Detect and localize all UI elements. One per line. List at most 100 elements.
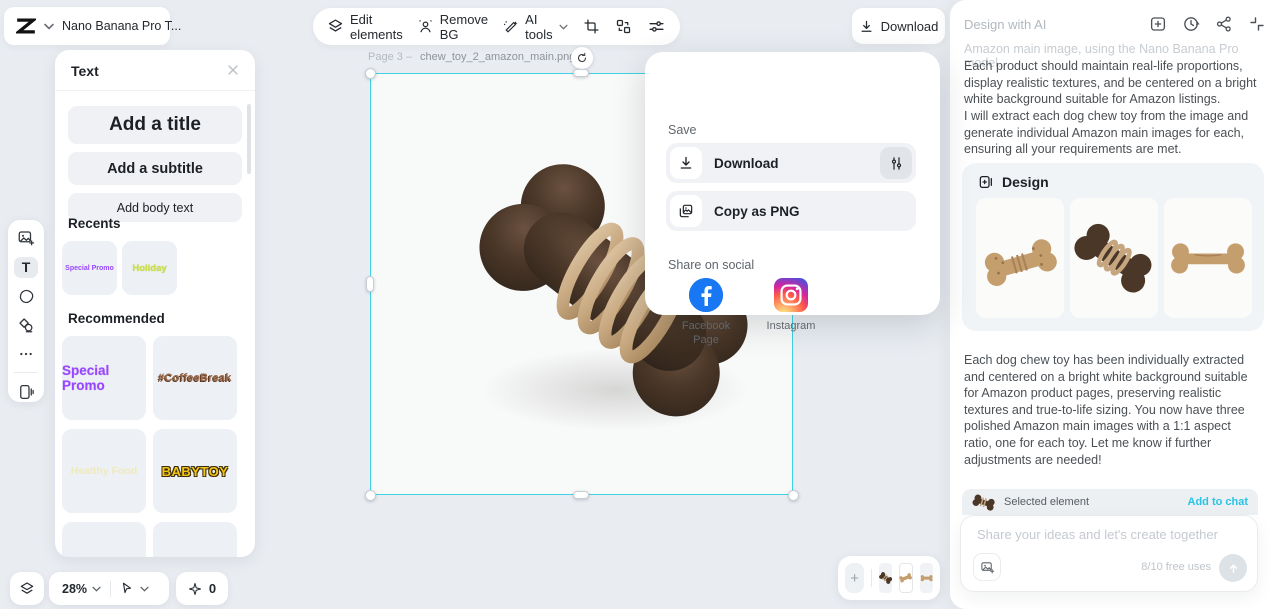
page-label-row: Page 3 – chew_toy_2_amazon_main.png [368,51,575,63]
chat-input-card: 8/10 free uses [960,515,1258,592]
download-button[interactable]: Download [852,8,945,44]
design-card-title-row: Design [978,174,1049,190]
page-thumbnail-1[interactable] [879,563,892,593]
free-uses-counter: 8/10 free uses [1141,561,1211,573]
facebook-share-button[interactable]: Facebook Page [668,278,744,348]
template-label: Special Promo [62,363,146,393]
chevron-down-icon[interactable] [140,586,149,592]
app-logo-icon[interactable] [16,17,36,35]
save-popup: Save Download Copy as PNG Share on socia… [645,52,940,315]
selected-element-bar: Selected element Add to chat [962,489,1258,515]
document-pill[interactable]: Nano Banana Pro T... [4,7,170,45]
page-thumbnail-2[interactable] [899,563,912,593]
recent-template[interactable]: Special Promo [62,241,117,295]
collapse-panel-icon[interactable] [1248,15,1266,33]
history-icon[interactable] [1182,15,1200,33]
popup-download-label: Download [714,156,868,171]
resize-button[interactable] [614,14,633,40]
recommended-heading: Recommended [68,311,165,326]
download-settings-button[interactable] [880,147,912,179]
selection-handle-nw[interactable] [365,68,376,79]
recommended-template[interactable] [62,522,146,557]
instagram-icon [774,278,808,312]
ai-wand-icon [502,18,519,35]
chat-input[interactable] [977,527,1237,542]
page-number-label: Page 3 – [368,51,412,63]
crop-button[interactable] [582,14,601,40]
page-filename: chew_toy_2_amazon_main.png [420,51,575,63]
selected-element-thumbnail [972,494,996,511]
text-tool[interactable]: T [14,257,38,278]
elements-tool[interactable] [14,315,38,336]
facebook-label: Facebook Page [668,319,744,348]
app-window: Nano Banana Pro T... Edit elements Remov… [0,0,1280,609]
page2-art [899,570,912,586]
credits-count: 0 [209,581,216,596]
layers-panel-button[interactable] [10,572,44,605]
design-thumbnail-2[interactable] [1070,198,1158,318]
copy-as-png-button[interactable]: Copy as PNG [666,191,916,231]
chevron-down-icon[interactable] [92,586,101,592]
close-icon[interactable] [225,62,243,80]
selection-handle-n[interactable] [573,69,589,77]
shape-tool[interactable] [14,286,38,307]
add-to-chat-button[interactable]: Add to chat [1188,496,1249,508]
adjust-sliders-button[interactable] [647,14,666,40]
selection-handle-sw[interactable] [365,490,376,501]
sparkle-icon [188,582,202,596]
cursor-icon[interactable] [120,581,134,596]
panel-divider [55,90,255,91]
add-subtitle-button[interactable]: Add a subtitle [68,152,242,185]
remove-bg-icon [417,18,434,35]
recent-template-label: Holiday [132,263,166,274]
send-button[interactable] [1219,554,1247,582]
regenerate-icon[interactable] [571,47,593,69]
recommended-template[interactable]: #CoffeeBreak [153,336,237,420]
share-on-social-heading: Share on social [668,258,754,272]
attach-image-button[interactable] [973,553,1001,581]
page-thumbnail-3[interactable] [920,563,933,593]
recent-template[interactable]: Holiday [122,241,177,295]
text-tool-icon: T [22,259,31,275]
zoom-level[interactable]: 28% [62,582,87,596]
rail-divider [14,372,38,373]
design-thumbnail-1[interactable] [976,198,1064,318]
ai-tools-label: AI tools [525,12,552,42]
credits-counter[interactable]: 0 [176,572,228,605]
new-chat-icon[interactable] [1149,15,1167,33]
more-tools-button[interactable] [14,343,38,364]
panel-scrollbar[interactable] [247,104,251,174]
instagram-share-button[interactable]: Instagram [753,278,829,333]
main-toolbar: Edit elements Remove BG AI tools [313,8,680,45]
edit-elements-button[interactable]: Edit elements [327,12,403,42]
popup-download-button[interactable]: Download [666,143,916,183]
page1-art [879,570,892,586]
instagram-label: Instagram [767,319,816,333]
recommended-template[interactable]: BABYTOY [153,429,237,513]
copy-as-png-label: Copy as PNG [714,204,912,219]
add-page-button[interactable]: + [845,563,864,593]
page3-art [920,570,933,586]
selection-handle-s[interactable] [573,491,589,499]
design-thumbnail-3[interactable] [1164,198,1252,318]
recents-heading: Recents [68,216,121,231]
chevron-down-icon[interactable] [44,23,54,30]
remove-bg-button[interactable]: Remove BG [417,12,488,42]
selection-handle-w[interactable] [366,276,374,292]
selected-element-label: Selected element [1004,496,1180,508]
recommended-template[interactable]: Healthy Food [62,429,146,513]
add-image-tool[interactable] [14,228,38,249]
ai-tools-button[interactable]: AI tools [502,12,567,42]
copy-image-icon [670,195,702,227]
selection-handle-se[interactable] [788,490,799,501]
design-thumbnails [976,198,1254,318]
ai-message-paragraph: Each dog chew toy has been individually … [964,352,1258,468]
ai-message-paragraph: I will extract each dog chew toy from th… [964,108,1258,158]
recommended-template[interactable] [153,522,237,557]
remove-bg-label: Remove BG [440,12,488,42]
recommended-template[interactable]: Special Promo [62,336,146,420]
mockup-tool[interactable] [14,381,38,402]
add-title-button[interactable]: Add a title [68,106,242,144]
layers-icon [19,581,35,597]
share-icon[interactable] [1215,15,1233,33]
